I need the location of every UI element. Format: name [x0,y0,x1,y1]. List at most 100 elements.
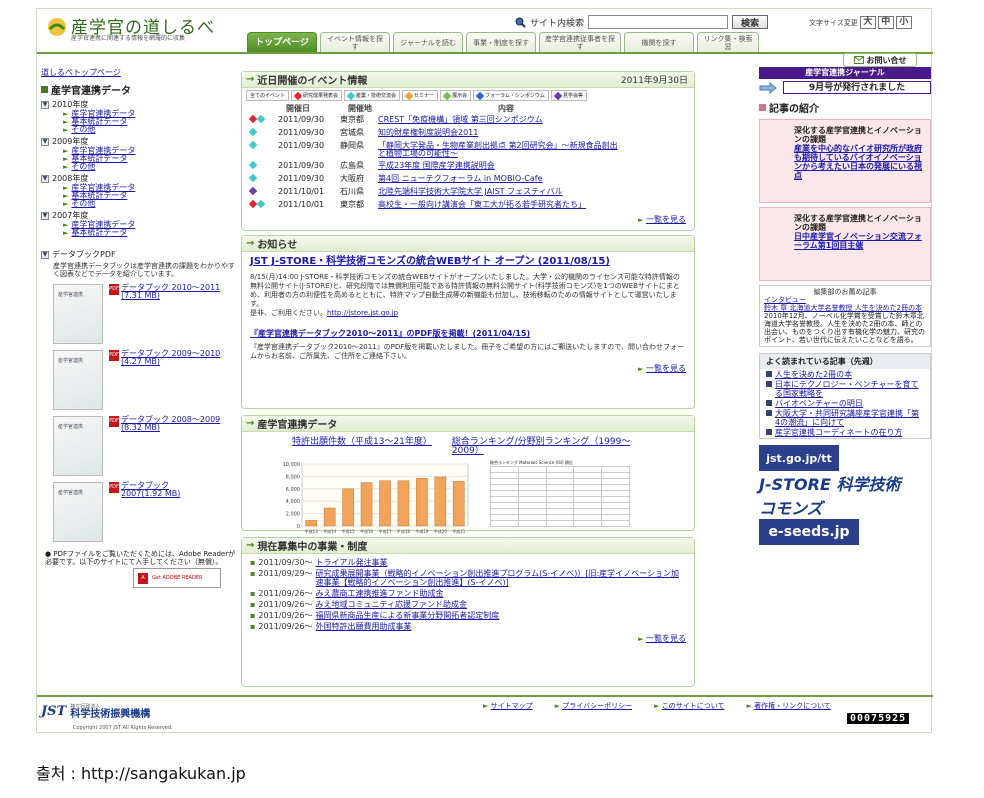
databook-size[interactable]: (4.27 MB) [121,358,220,366]
footer-link[interactable]: プライバシーポリシー [562,702,632,710]
year-item[interactable]: ► その他 [63,163,241,172]
year-item[interactable]: ► その他 [63,200,241,209]
news-more-link[interactable]: 一覧を見る [646,364,686,373]
featured-article-2-link[interactable]: 日中産学官イノベーション交流フォーラム第1回目主催 [794,232,922,250]
collapse-toggle-icon[interactable]: ▼ [41,100,49,109]
databook-item[interactable]: 産学官連携 PDF データブック 2009～2010 (4.27 MB) [53,350,241,410]
footer-link-item[interactable]: ► 著作権・リンクについて [747,701,831,711]
year-item-link[interactable]: その他 [71,126,95,134]
collapse-toggle-icon[interactable]: ▼ [41,211,49,220]
event-title-link[interactable]: 北陸先端科学技術大学院大学 JAIST フェスティバル [378,188,618,196]
collapse-toggle-icon[interactable]: ▼ [41,174,49,183]
patent-bar-chart[interactable]: 10,000 8,000 6,000 4,000 2,000 0 平成13 平成14 平成15 平… [272,458,472,538]
nav-tab-1[interactable]: イベント情報を探す [320,32,390,52]
featured-article-1[interactable]: 深化する産学官連携とイノベーションの課題 産業を中心的なバイオ研究所が政府も期待… [759,119,931,203]
collapse-toggle-icon[interactable]: ▼ [41,250,49,259]
journal-issue[interactable]: 9月号が発行されました [759,81,931,94]
collapse-toggle-icon[interactable]: ▼ [41,137,49,146]
event-title-link[interactable]: CREST「免疫機構」領域 第三回シンポジウム [378,116,618,124]
nav-tab-6[interactable]: リンク集・検索窓 [697,32,759,52]
adobe-reader-button[interactable]: A Get ADOBE READER [133,568,221,588]
site-logo[interactable]: 産学官の道しるべ 産学官連携に関連する情報を網羅的に収集 [45,13,265,43]
event-title-link[interactable]: 高校生・一般向け講演会「東工大が拓る若手研究者たち」 [378,201,618,209]
events-more-link[interactable]: 一覧を見る [646,215,686,224]
featured-article-2[interactable]: 深化する産学官連携とイノベーションの課題 日中産学官イノベーション交流フォーラム… [759,207,931,281]
recruit-title-link[interactable]: 研究成果展開事業（戦略的イノベーション創出推進プログラム(S-イノベ)）[旧:産… [316,569,686,587]
search-button[interactable]: 検索 [732,15,769,29]
popular-item-link[interactable]: 大阪大学・共同研究講座産学官連携「第4の潮流」に向けて [775,409,924,427]
eseeds-banner[interactable]: e-seeds.jp [759,519,859,545]
interview-link[interactable]: 鈴木 章 北海道大学名誉教授 人生を決めた2冊の本 [764,304,926,312]
databook-cover[interactable]: 産学官連携 [53,416,103,476]
jst-logo[interactable]: JST 独立行政法人 科学技術振興機構 [41,703,150,720]
databook-size[interactable]: (7.31 MB) [121,292,220,300]
font-size-medium-button[interactable]: 中 [877,16,894,29]
legend-item[interactable]: 全てのイベント [246,90,290,101]
year-item-link[interactable]: その他 [71,200,95,208]
recruit-title-link[interactable]: みえ農商工連携推進ファンド助成金 [316,589,444,598]
featured-article-1-link[interactable]: 産業を中心的なバイオ研究所が政府も期待しているバイオイノベーションから考えたい日… [794,144,922,180]
footer-link[interactable]: このサイトについて [662,702,725,710]
databook-cover[interactable]: 産学官連携 [53,284,103,344]
event-title-link[interactable]: 第4回 ニューテクフォーラム in MOBIO-Cafe [378,175,618,183]
event-title-link[interactable]: 平成23年度 国際産学連携説明会 [378,162,618,170]
legend-item[interactable]: 産業・技術交流会 [344,90,401,101]
nav-tab-3[interactable]: 事業・制度を探す [466,32,536,52]
legend-item[interactable]: 研究成果発表会 [291,90,343,101]
news-item-2-title[interactable]: 『産学官連携データブック2010～2011』のPDF版を掲載！(2011/04/… [250,328,686,339]
databook-size[interactable]: (8.32 MB) [121,424,220,432]
journal-heading[interactable]: 産学官連携ジャーナル [759,67,931,79]
year-item[interactable]: ► 基本統計データ [63,229,241,238]
legend-item[interactable]: 見学会等 [550,90,587,101]
popular-item-link[interactable]: 人生を決めた2冊の本 [775,370,852,379]
nav-tab-2[interactable]: ジャーナルを読む [393,32,463,52]
recruit-title-link[interactable]: みえ地域コミュニティ応援ファンド助成金 [316,600,468,609]
breadcrumb-top[interactable]: 道しるべトップページ [41,68,121,77]
popular-item[interactable]: 大阪大学・共同研究講座産学官連携「第4の潮流」に向けて [766,409,924,427]
footer-link-item[interactable]: ► プライバシーポリシー [555,701,632,711]
patent-chart-link[interactable]: 特許出願件数（平成13～21年度） [292,438,432,456]
year-item[interactable]: ► その他 [63,126,241,135]
footer-link-item[interactable]: ► このサイトについて [654,701,724,711]
recruit-title-link[interactable]: 外国特許出願費用助成事業 [316,622,412,631]
popular-item[interactable]: バイオベンチャーの明日 [766,399,924,408]
databook-cover[interactable]: 産学官連携 [53,350,103,410]
popular-item[interactable]: 人生を決めた2冊の本 [766,370,924,379]
databook-item[interactable]: 産学官連携 PDF データブック 2010～2011 (7.31 MB) [53,284,241,344]
search-input[interactable] [588,15,729,29]
news-item-1-title[interactable]: JST J-STORE・科学技術コモンズの統合WEBサイト オープン (2011… [250,256,686,267]
recruit-more-link[interactable]: 一覧を見る [646,634,686,643]
popular-item-link[interactable]: バイオベンチャーの明日 [775,399,863,408]
legend-item[interactable]: フォーラム・シンポジウム [473,90,549,101]
ranking-thumbnail[interactable]: 総合ランキング Materials Science (ISI) 順位 [490,460,630,527]
nav-tab-5[interactable]: 機関を探す [624,32,694,52]
nav-tab-4[interactable]: 産学官連携従事者を探す [539,32,621,52]
footer-link[interactable]: サイトマップ [491,702,533,710]
inquiry-button[interactable]: お問い合せ [843,53,917,67]
ranking-link[interactable]: 総合ランキング/分野別ランキング（1999～2009） [452,438,632,456]
footer-link-item[interactable]: ► サイトマップ [483,701,533,711]
databook-item[interactable]: 産学官連携 PDF データブック 2007(1.92 MB) [53,482,241,542]
popular-item-link[interactable]: 日本にテクノロジー・ベンチャーを育てる国家戦略を [775,380,924,398]
jstore-link[interactable]: http://jstore.jst.go.jp [327,309,398,317]
jstore-banner[interactable]: J-STORE 科学技術コモンズ [759,475,909,518]
databook-size[interactable]: 2007(1.92 MB) [121,490,180,498]
recruit-title-link[interactable]: 福岡県新商品生産による新事業分野開拓者認定制度 [316,611,500,620]
event-title-link[interactable]: 「静岡大学発品・生物産業創出拠点 第2回研究会」～新規食品創出と植物工場の可能性… [378,142,618,158]
databook-cover[interactable]: 産学官連携 [53,482,103,542]
font-size-large-button[interactable]: 大 [859,16,876,29]
interview-label[interactable]: インタビュー [764,296,926,304]
font-size-small-button[interactable]: 小 [895,16,912,29]
jst-tt-banner[interactable]: jst.go.jp/tt [759,445,839,471]
legend-item[interactable]: セミナー [402,90,439,101]
databook-item[interactable]: 産学官連携 PDF データブック 2008～2009 (8.32 MB) [53,416,241,476]
footer-link[interactable]: 著作権・リンクについて [754,702,831,710]
nav-tab-0[interactable]: トップページ [247,32,317,52]
popular-item-link[interactable]: 産学官連携コーディネートの在り方 [775,428,902,437]
legend-item[interactable]: 展示会 [440,90,472,101]
recruit-title-link[interactable]: トライアル発注事業 [316,558,388,567]
popular-item[interactable]: 産学官連携コーディネートの在り方 [766,428,924,437]
year-item-link[interactable]: 基本統計データ [71,229,127,237]
year-item-link[interactable]: その他 [71,163,95,171]
event-title-link[interactable]: 知的財産権制度説明会2011 [378,129,618,137]
